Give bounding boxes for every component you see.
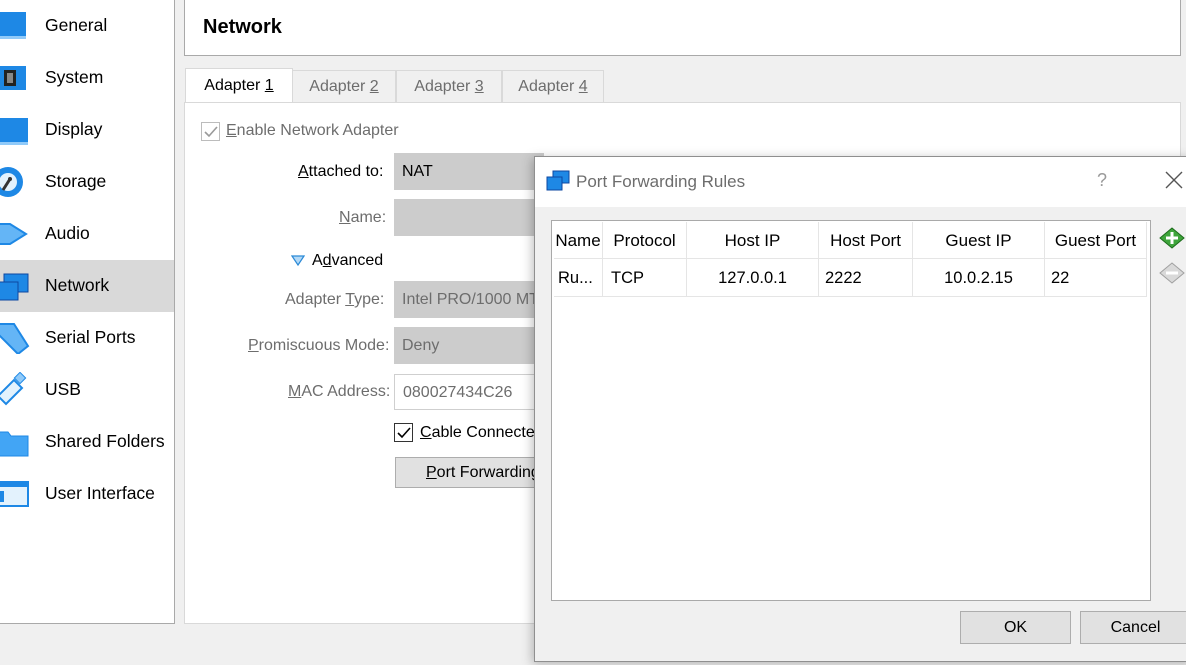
- column-header-guest-ip[interactable]: Guest IP: [913, 222, 1045, 259]
- sidebar-item-label: General: [45, 15, 108, 35]
- page-title: Network: [203, 16, 282, 38]
- sidebar-item-serial-ports[interactable]: Serial Ports: [0, 312, 174, 364]
- storage-icon: [0, 167, 23, 197]
- tab-adapter-4[interactable]: Adapter 4: [502, 70, 604, 103]
- table-cell-protocol[interactable]: TCP: [603, 259, 687, 297]
- sidebar-item-label: Serial Ports: [45, 327, 136, 347]
- sidebar-item-user-interface[interactable]: User Interface: [0, 468, 174, 520]
- tab-adapter-3[interactable]: Adapter 3: [396, 70, 502, 103]
- help-button[interactable]: ?: [1097, 170, 1107, 191]
- sidebar-item-display[interactable]: Display: [0, 104, 174, 156]
- sidebar-item-label: Audio: [45, 223, 90, 243]
- sidebar-item-label: Storage: [45, 171, 107, 191]
- settings-sidebar: General System Display Storage Audio Net…: [0, 0, 175, 624]
- system-icon: [0, 66, 26, 90]
- sidebar-item-storage[interactable]: Storage: [0, 156, 174, 208]
- sidebar-item-label: Display: [45, 119, 103, 139]
- sidebar-item-network[interactable]: Network: [0, 260, 174, 312]
- column-header-host-port[interactable]: Host Port: [819, 222, 913, 259]
- general-icon: [0, 12, 26, 39]
- tab-adapter-1[interactable]: Adapter 1: [185, 68, 293, 104]
- tab-adapter-2[interactable]: Adapter 2: [292, 70, 396, 103]
- sidebar-item-audio[interactable]: Audio: [0, 208, 174, 260]
- sidebar-item-label: System: [45, 67, 104, 87]
- adapter-type-label: Adapter Type:: [285, 291, 385, 308]
- table-cell-name[interactable]: Ru...: [554, 259, 603, 297]
- attached-to-label: Attached to:: [298, 163, 384, 180]
- sidebar-item-label: User Interface: [45, 483, 155, 503]
- display-icon: [0, 118, 28, 145]
- add-rule-icon[interactable]: [1158, 224, 1186, 252]
- audio-icon: [0, 223, 28, 245]
- remove-rule-icon[interactable]: [1158, 259, 1186, 287]
- network-icon: [0, 273, 29, 301]
- checkmark-icon: [204, 126, 218, 138]
- enable-adapter-checkbox[interactable]: [201, 122, 220, 141]
- column-header-host-ip[interactable]: Host IP: [687, 222, 819, 259]
- dialog-title: Port Forwarding Rules: [576, 172, 746, 191]
- rules-table[interactable]: Name Protocol Host IP Host Port Guest IP…: [551, 220, 1151, 601]
- usb-icon: [0, 372, 27, 406]
- sidebar-item-shared-folders[interactable]: Shared Folders: [0, 416, 174, 468]
- network-icon: [546, 170, 570, 191]
- sidebar-item-general[interactable]: General: [0, 0, 174, 52]
- dialog-titlebar[interactable]: Port Forwarding Rules ?: [535, 157, 1186, 207]
- table-cell-host-port[interactable]: 2222: [819, 259, 913, 297]
- promiscuous-mode-select[interactable]: Deny: [394, 327, 544, 364]
- attached-to-select[interactable]: NAT: [394, 153, 544, 190]
- port-forwarding-button[interactable]: Port Forwarding: [395, 457, 545, 488]
- sidebar-item-label: USB: [45, 379, 81, 399]
- checkmark-icon: [397, 427, 411, 439]
- user-interface-icon: [0, 481, 29, 507]
- column-header-guest-port[interactable]: Guest Port: [1045, 222, 1147, 259]
- mac-address-input[interactable]: 080027434C26: [394, 374, 544, 410]
- sidebar-item-system[interactable]: System: [0, 52, 174, 104]
- sidebar-item-label: Network: [45, 275, 110, 295]
- adapter-type-select[interactable]: Intel PRO/1000 MT: [394, 281, 544, 318]
- sidebar-item-label: Shared Folders: [45, 431, 165, 451]
- close-icon[interactable]: [1163, 169, 1185, 191]
- shared-folders-icon: [0, 431, 29, 457]
- ok-button[interactable]: OK: [960, 611, 1071, 644]
- cancel-button[interactable]: Cancel: [1080, 611, 1186, 644]
- sidebar-item-usb[interactable]: USB: [0, 364, 174, 416]
- triangle-down-icon: [291, 255, 305, 267]
- table-cell-guest-ip[interactable]: 10.0.2.15: [913, 259, 1045, 297]
- enable-adapter-label: Enable Network Adapter: [226, 122, 399, 139]
- mac-address-label: MAC Address:: [288, 383, 391, 400]
- promiscuous-mode-label: Promiscuous Mode:: [248, 337, 390, 354]
- table-cell-host-ip[interactable]: 127.0.0.1: [687, 259, 819, 297]
- page-header: Network: [184, 0, 1181, 56]
- port-forwarding-dialog: Port Forwarding Rules ? Name Protocol Ho…: [534, 156, 1186, 662]
- column-header-protocol[interactable]: Protocol: [603, 222, 687, 259]
- column-header-name[interactable]: Name: [554, 222, 603, 259]
- serial-ports-icon: [0, 323, 30, 354]
- cable-connected-label: Cable Connected: [420, 424, 544, 441]
- name-label: Name:: [339, 209, 387, 226]
- cable-connected-checkbox[interactable]: [394, 423, 413, 442]
- table-cell-guest-port[interactable]: 22: [1045, 259, 1147, 297]
- name-select[interactable]: [394, 199, 544, 236]
- advanced-label: Advanced: [312, 252, 384, 269]
